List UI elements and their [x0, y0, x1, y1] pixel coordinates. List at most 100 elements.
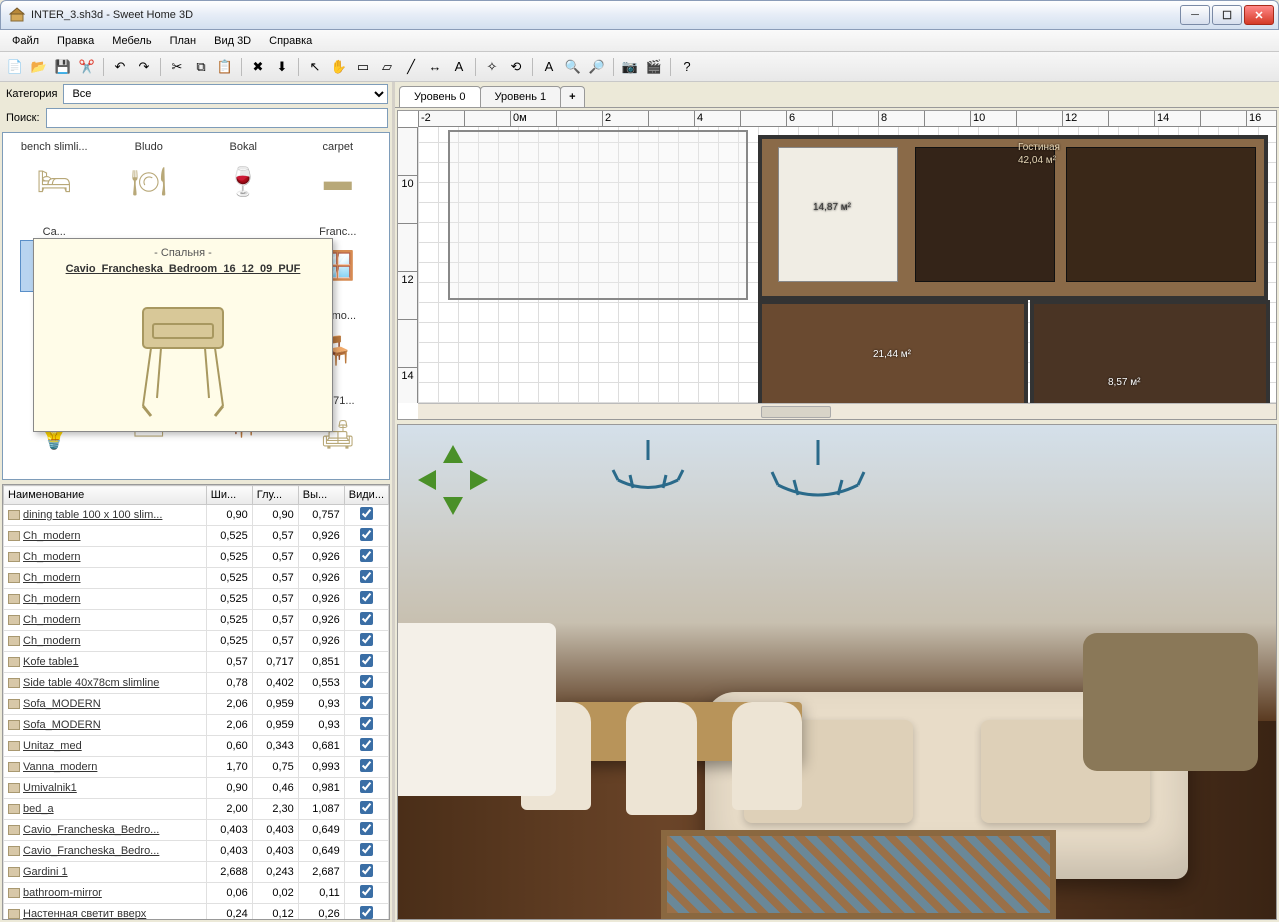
table-row[interactable]: Side table 40x78cm slimline0,780,4020,55…	[4, 673, 389, 694]
table-row[interactable]: Gardini 12,6880,2432,687	[4, 862, 389, 883]
column-header[interactable]: Наименование	[4, 486, 207, 505]
font-bold-icon[interactable]: A	[538, 56, 560, 78]
plan-furniture[interactable]	[1066, 147, 1256, 282]
horizontal-scrollbar[interactable]	[418, 403, 1276, 419]
furniture-list[interactable]: НаименованиеШи...Глу...Вы...Види...dinin…	[2, 484, 390, 920]
table-row[interactable]: Ch_modern0,5250,570,926	[4, 547, 389, 568]
wall-icon[interactable]: ▭	[352, 56, 374, 78]
menu-Справка[interactable]: Справка	[261, 32, 320, 50]
paste-icon[interactable]: 📋	[214, 56, 236, 78]
visibility-checkbox[interactable]	[360, 843, 373, 856]
delete-icon[interactable]: ✖	[247, 56, 269, 78]
category-select[interactable]: Все	[63, 84, 388, 104]
furniture-catalog[interactable]: bench slimli...🛏Bludo🍽Bokal🍷carpet▬Ca...…	[2, 132, 390, 480]
visibility-checkbox[interactable]	[360, 906, 373, 919]
visibility-checkbox[interactable]	[360, 864, 373, 877]
save-icon[interactable]: 💾	[52, 56, 74, 78]
search-input[interactable]	[46, 108, 388, 128]
table-row[interactable]: bathroom-mirror0,060,020,11	[4, 883, 389, 904]
rotate-icon[interactable]: ⟲	[505, 56, 527, 78]
compass-icon[interactable]: ✧	[481, 56, 503, 78]
table-row[interactable]: Umivalnik10,900,460,981	[4, 778, 389, 799]
video-icon[interactable]: 🎬	[643, 56, 665, 78]
visibility-checkbox[interactable]	[360, 696, 373, 709]
table-row[interactable]: Ch_modern0,5250,570,926	[4, 526, 389, 547]
menu-План[interactable]: План	[162, 32, 205, 50]
level-tab[interactable]: Уровень 0	[399, 86, 481, 107]
table-row[interactable]: Vanna_modern1,700,750,993	[4, 757, 389, 778]
table-row[interactable]: bed_a2,002,301,087	[4, 799, 389, 820]
table-row[interactable]: Ch_modern0,5250,570,926	[4, 568, 389, 589]
nav-left-icon[interactable]	[418, 470, 436, 490]
table-row[interactable]: Cavio_Francheska_Bedro...0,4030,4030,649	[4, 841, 389, 862]
visibility-checkbox[interactable]	[360, 822, 373, 835]
column-header[interactable]: Види...	[344, 486, 388, 505]
dimension-icon[interactable]: ↔	[424, 56, 446, 78]
menu-Правка[interactable]: Правка	[49, 32, 102, 50]
menu-Файл[interactable]: Файл	[4, 32, 47, 50]
level-tab[interactable]: Уровень 1	[480, 86, 562, 107]
maximize-button[interactable]: ☐	[1212, 5, 1242, 25]
visibility-checkbox[interactable]	[360, 654, 373, 667]
catalog-item[interactable]: Bokal🍷	[196, 137, 291, 222]
minimize-button[interactable]: ─	[1180, 5, 1210, 25]
plan-view[interactable]: -20м246810121416 101214 Гостиная 42,04 м…	[397, 110, 1277, 420]
visibility-checkbox[interactable]	[360, 570, 373, 583]
visibility-checkbox[interactable]	[360, 759, 373, 772]
room-icon[interactable]: ▱	[376, 56, 398, 78]
menu-Мебель[interactable]: Мебель	[104, 32, 159, 50]
copy-icon[interactable]: ⧉	[190, 56, 212, 78]
visibility-checkbox[interactable]	[360, 591, 373, 604]
visibility-checkbox[interactable]	[360, 780, 373, 793]
add-level-button[interactable]: +	[560, 86, 584, 107]
undo-icon[interactable]: ↶	[109, 56, 131, 78]
table-row[interactable]: Unitaz_med0,600,3430,681	[4, 736, 389, 757]
import-icon[interactable]: ⬇	[271, 56, 293, 78]
nav-down-icon[interactable]	[443, 497, 463, 515]
visibility-checkbox[interactable]	[360, 717, 373, 730]
text-icon[interactable]: A	[448, 56, 470, 78]
plan-furniture[interactable]	[915, 147, 1055, 282]
plan-room[interactable]	[1030, 300, 1270, 403]
visibility-checkbox[interactable]	[360, 633, 373, 646]
table-row[interactable]: Настенная светит вверх0,240,120,26	[4, 904, 389, 921]
close-button[interactable]: ✕	[1244, 5, 1274, 25]
table-row[interactable]: Cavio_Francheska_Bedro...0,4030,4030,649	[4, 820, 389, 841]
nav-right-icon[interactable]	[470, 470, 488, 490]
visibility-checkbox[interactable]	[360, 675, 373, 688]
table-row[interactable]: Kofe table10,570,7170,851	[4, 652, 389, 673]
table-row[interactable]: dining table 100 x 100 slim...0,900,900,…	[4, 505, 389, 526]
3d-view[interactable]	[397, 424, 1277, 920]
table-row[interactable]: Sofa_MODERN2,060,9590,93	[4, 694, 389, 715]
column-header[interactable]: Ши...	[206, 486, 252, 505]
table-row[interactable]: Sofa_MODERN2,060,9590,93	[4, 715, 389, 736]
menu-Вид 3D[interactable]: Вид 3D	[206, 32, 259, 50]
table-row[interactable]: Ch_modern0,5250,570,926	[4, 589, 389, 610]
visibility-checkbox[interactable]	[360, 738, 373, 751]
catalog-item[interactable]: bench slimli...🛏	[7, 137, 102, 222]
column-header[interactable]: Вы...	[298, 486, 344, 505]
preferences-icon[interactable]: ✂️	[76, 56, 98, 78]
pan-icon[interactable]: ✋	[328, 56, 350, 78]
visibility-checkbox[interactable]	[360, 549, 373, 562]
table-row[interactable]: Ch_modern0,5250,570,926	[4, 631, 389, 652]
zoom-in-icon[interactable]: 🔍	[562, 56, 584, 78]
nav-up-icon[interactable]	[443, 445, 463, 463]
polyline-icon[interactable]: ╱	[400, 56, 422, 78]
plan-outline[interactable]	[448, 130, 748, 300]
redo-icon[interactable]: ↷	[133, 56, 155, 78]
visibility-checkbox[interactable]	[360, 507, 373, 520]
select-icon[interactable]: ↖	[304, 56, 326, 78]
camera-icon[interactable]: 📷	[619, 56, 641, 78]
help-icon[interactable]: ?	[676, 56, 698, 78]
zoom-out-icon[interactable]: 🔎	[586, 56, 608, 78]
plan-furniture[interactable]	[778, 147, 898, 282]
catalog-item[interactable]: carpet▬	[291, 137, 386, 222]
open-file-icon[interactable]: 📂	[28, 56, 50, 78]
table-row[interactable]: Ch_modern0,5250,570,926	[4, 610, 389, 631]
visibility-checkbox[interactable]	[360, 528, 373, 541]
column-header[interactable]: Глу...	[252, 486, 298, 505]
visibility-checkbox[interactable]	[360, 801, 373, 814]
catalog-item[interactable]: Bludo🍽	[102, 137, 197, 222]
visibility-checkbox[interactable]	[360, 612, 373, 625]
